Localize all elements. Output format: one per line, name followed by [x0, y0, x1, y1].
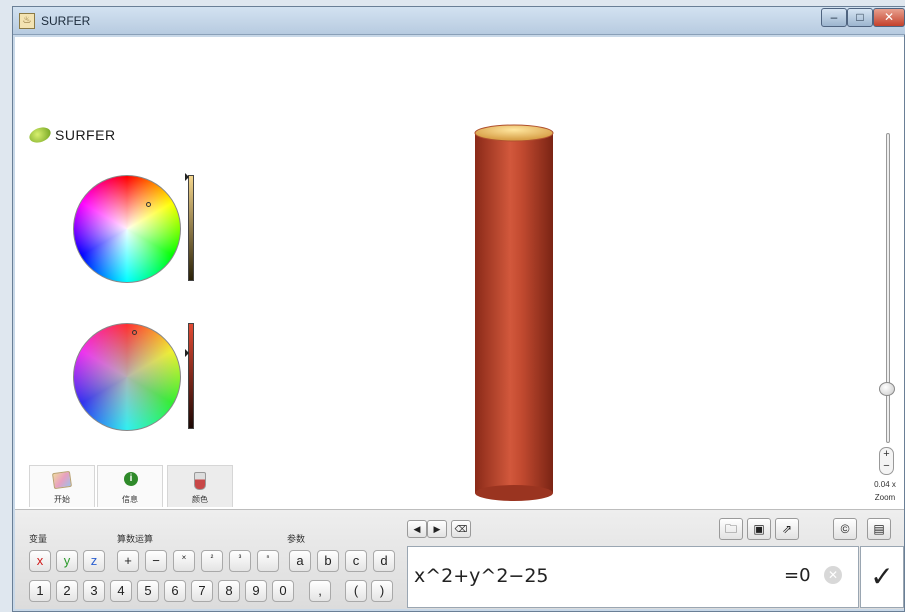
key-c[interactable]: c: [345, 550, 367, 572]
tab-start[interactable]: 开始: [29, 465, 95, 507]
export-icon: ⇗: [781, 522, 793, 536]
surface-render[interactable]: [455, 123, 575, 503]
tab-color-label: 颜色: [192, 495, 208, 504]
save-button[interactable]: ▣: [747, 518, 771, 540]
lemon-logo-icon: [27, 124, 53, 146]
key-2[interactable]: 2: [56, 580, 78, 602]
zoom-slider-thumb[interactable]: [879, 382, 895, 396]
key-comma[interactable]: ,: [309, 580, 331, 602]
app-window: ♨ SURFER – □ ✕ SURFER 开始 i 信息 颜色 + − 0.0…: [12, 6, 905, 612]
key-6[interactable]: 6: [164, 580, 186, 602]
formula-box: =0 ✕: [407, 546, 859, 608]
key-cube[interactable]: ³: [229, 550, 251, 572]
cursor-right-button[interactable]: ▶: [427, 520, 447, 538]
equals-zero-label: =0: [784, 565, 811, 586]
maximize-button[interactable]: □: [847, 8, 873, 27]
export-button[interactable]: ⇗: [775, 518, 799, 540]
key-3[interactable]: 3: [83, 580, 105, 602]
tab-info[interactable]: i 信息: [97, 465, 163, 507]
cylinder-top-opening: [474, 124, 554, 142]
cylinder-bottom: [475, 485, 553, 501]
formula-panel: 变量 算数运算 参数 x y z + − × ² ³ ⁿ a b c d 1 2…: [15, 509, 904, 609]
key-8[interactable]: 8: [218, 580, 240, 602]
operations-label: 算数运算: [117, 534, 154, 544]
key-minus[interactable]: −: [145, 550, 167, 572]
tab-info-label: 信息: [122, 495, 138, 504]
key-square[interactable]: ²: [201, 550, 223, 572]
inside-slider-handle[interactable]: [185, 349, 189, 357]
inside-color-marker[interactable]: [132, 330, 137, 335]
formula-input[interactable]: [414, 561, 764, 591]
tab-color[interactable]: 颜色: [167, 465, 233, 507]
zoom-value: 0.04 x: [874, 480, 896, 489]
key-7[interactable]: 7: [191, 580, 213, 602]
cursor-left-button[interactable]: ◀: [407, 520, 427, 538]
key-multiply[interactable]: ×: [173, 550, 195, 572]
title-bar: ♨ SURFER – □ ✕: [13, 7, 905, 35]
inside-brightness-slider[interactable]: [188, 323, 194, 429]
minimize-button[interactable]: –: [821, 8, 847, 27]
outside-color-marker[interactable]: [146, 202, 151, 207]
outside-color-wheel[interactable]: [73, 175, 181, 283]
key-x[interactable]: x: [29, 550, 51, 572]
key-9[interactable]: 9: [245, 580, 267, 602]
outside-brightness-slider[interactable]: [188, 175, 194, 281]
key-open-paren[interactable]: (: [345, 580, 367, 602]
key-y[interactable]: y: [56, 550, 78, 572]
save-disk-icon: ▣: [753, 522, 765, 536]
parameters-label: 参数: [287, 534, 306, 544]
gallery-icon: ▤: [873, 522, 885, 536]
gallery-button[interactable]: ▤: [867, 518, 891, 540]
key-b[interactable]: b: [317, 550, 339, 572]
confirm-button[interactable]: ✓: [860, 546, 904, 608]
open-folder-icon: 🗀: [724, 522, 737, 536]
java-cup-icon: ♨: [19, 13, 35, 29]
outside-slider-handle[interactable]: [185, 173, 189, 181]
sidebar-tabs: 开始 i 信息 颜色: [29, 465, 235, 507]
key-0[interactable]: 0: [272, 580, 294, 602]
logo-text: SURFER: [55, 127, 116, 143]
zoom-slider-track[interactable]: [886, 133, 890, 443]
tab-start-label: 开始: [54, 495, 70, 504]
backspace-button[interactable]: ⌫: [451, 520, 471, 538]
copyright-button[interactable]: ©: [833, 518, 857, 540]
key-a[interactable]: a: [289, 550, 311, 572]
close-button[interactable]: ✕: [873, 8, 905, 27]
key-d[interactable]: d: [373, 550, 395, 572]
key-power-n[interactable]: ⁿ: [257, 550, 279, 572]
variables-label: 变量: [29, 534, 48, 544]
key-close-paren[interactable]: ): [371, 580, 393, 602]
key-plus[interactable]: +: [117, 550, 139, 572]
cylinder-body: [475, 133, 553, 493]
info-icon: i: [124, 472, 138, 486]
key-4[interactable]: 4: [110, 580, 132, 602]
key-1[interactable]: 1: [29, 580, 51, 602]
main-content: SURFER 开始 i 信息 颜色 + − 0.04 x Zoom 变量 算数运…: [15, 37, 904, 609]
inside-color-wheel[interactable]: [73, 323, 181, 431]
clear-formula-icon[interactable]: ✕: [824, 566, 842, 584]
key-5[interactable]: 5: [137, 580, 159, 602]
zoom-stepper[interactable]: + −: [879, 447, 894, 475]
window-title: SURFER: [41, 14, 91, 28]
start-images-icon: [51, 470, 73, 490]
paint-bucket-icon: [194, 472, 206, 490]
zoom-label: Zoom: [874, 493, 896, 502]
key-z[interactable]: z: [83, 550, 105, 572]
open-button[interactable]: 🗀: [719, 518, 743, 540]
